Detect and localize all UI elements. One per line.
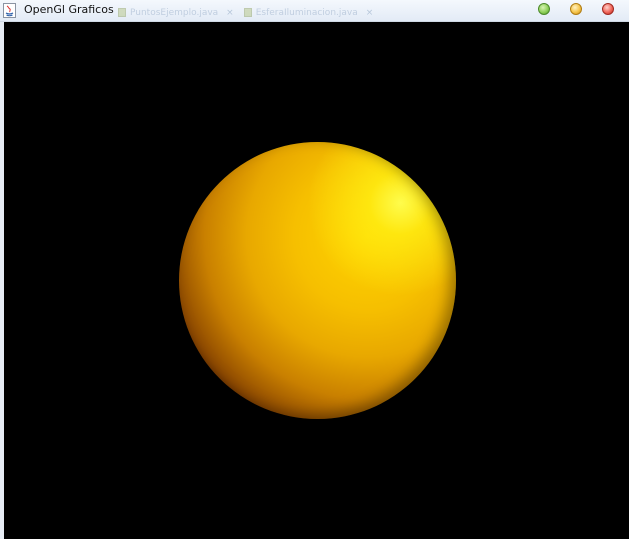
minimize-button[interactable] [538, 3, 550, 15]
background-tab-strip: PuntosEjemplo.java × EsferaIluminacion.j… [118, 6, 373, 19]
lit-sphere [179, 142, 456, 419]
close-icon: × [365, 7, 374, 18]
opengl-canvas[interactable] [4, 22, 629, 539]
title-bar[interactable]: OpenGl Graficos PuntosEjemplo.java × Esf… [0, 0, 629, 22]
close-icon: × [226, 7, 234, 18]
background-tab-label: EsferaIluminacion.java [255, 7, 358, 18]
app-window: OpenGl Graficos PuntosEjemplo.java × Esf… [0, 0, 629, 539]
java-file-icon [118, 8, 126, 17]
close-button[interactable] [602, 3, 614, 15]
window-title: OpenGl Graficos [24, 3, 114, 16]
java-file-icon [243, 8, 252, 17]
background-tab: PuntosEjemplo.java × [118, 6, 234, 19]
background-tab: EsferaIluminacion.java × [243, 6, 374, 19]
background-tab-label: PuntosEjemplo.java [130, 7, 219, 18]
java-icon [3, 3, 16, 18]
maximize-button[interactable] [570, 3, 582, 15]
